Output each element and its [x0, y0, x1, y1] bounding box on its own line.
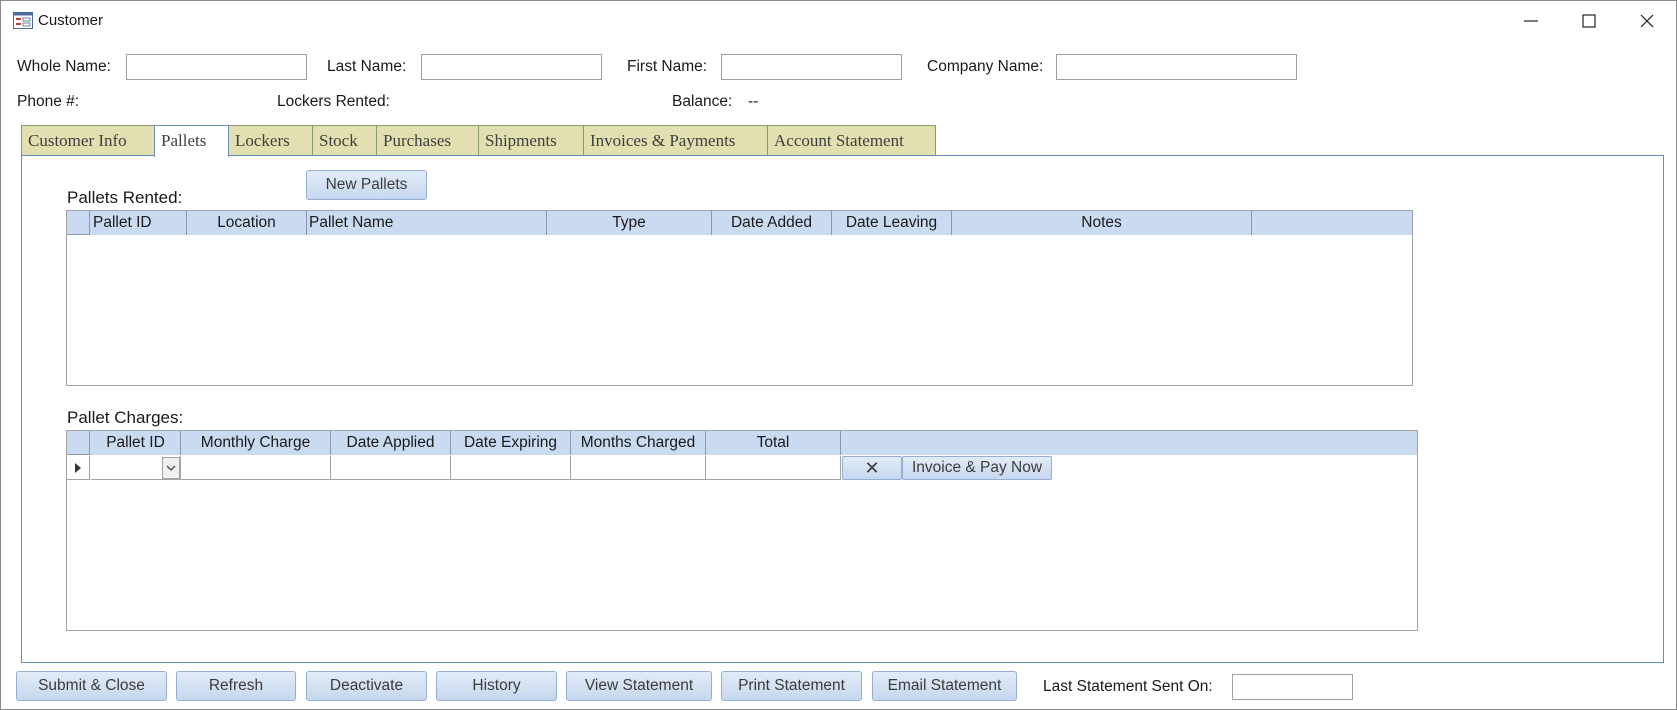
deactivate-button[interactable]: Deactivate [306, 671, 427, 701]
close-button[interactable] [1618, 1, 1676, 41]
tab-invoices-payments[interactable]: Invoices & Payments [583, 125, 768, 156]
new-record-selector[interactable] [67, 456, 90, 480]
close-icon [1640, 14, 1654, 28]
date-expiring-cell[interactable] [451, 456, 571, 480]
tab-lockers[interactable]: Lockers [228, 125, 313, 156]
tab-account-statement[interactable]: Account Statement [767, 125, 936, 156]
last-statement-label: Last Statement Sent On: [1043, 678, 1213, 695]
company-name-label: Company Name: [927, 58, 1044, 75]
new-pallets-button[interactable]: New Pallets [306, 170, 427, 200]
minimize-button[interactable] [1502, 1, 1560, 41]
customer-window: Customer Whole Name: Last Name: First Na… [0, 0, 1677, 710]
dropdown-button[interactable] [162, 457, 180, 479]
view-statement-button[interactable]: View Statement [566, 671, 712, 701]
pallets-rented-label: Pallets Rented: [67, 188, 183, 207]
col-charge-pallet-id[interactable]: Pallet ID [91, 431, 181, 455]
col-total[interactable]: Total [706, 431, 841, 455]
monthly-charge-cell[interactable] [181, 456, 331, 480]
refresh-button[interactable]: Refresh [176, 671, 296, 701]
pallets-select-all[interactable] [67, 211, 90, 235]
col-date-applied[interactable]: Date Applied [331, 431, 451, 455]
balance-value: -- [748, 93, 759, 110]
tab-pallets[interactable]: Pallets [154, 125, 229, 157]
col-notes[interactable]: Notes [952, 211, 1252, 235]
col-date-leaving[interactable]: Date Leaving [832, 211, 952, 235]
col-date-added[interactable]: Date Added [712, 211, 832, 235]
col-date-expiring[interactable]: Date Expiring [451, 431, 571, 455]
col-type[interactable]: Type [547, 211, 712, 235]
total-cell[interactable] [706, 456, 841, 480]
pallet-id-combo[interactable] [91, 456, 181, 480]
last-statement-input[interactable] [1232, 674, 1353, 700]
phone-label: Phone #: [17, 93, 80, 110]
tab-purchases[interactable]: Purchases [376, 125, 479, 156]
tab-stock[interactable]: Stock [312, 125, 377, 156]
lockers-rented-label: Lockers Rented: [277, 93, 390, 110]
print-statement-button[interactable]: Print Statement [721, 671, 862, 701]
pallet-charges-datasheet: Pallet ID Monthly Charge Date Applied Da… [66, 430, 1418, 631]
tab-strip: Customer Info Pallets Lockers Stock Purc… [21, 125, 936, 157]
col-location[interactable]: Location [187, 211, 307, 235]
col-pallet-name[interactable]: Pallet Name [307, 211, 547, 235]
pallets-rented-datasheet: Pallet ID Location Pallet Name Type Date… [66, 210, 1413, 386]
last-name-input[interactable] [421, 54, 602, 80]
history-button[interactable]: History [436, 671, 557, 701]
chevron-down-icon [166, 465, 176, 471]
delete-charge-button[interactable]: ✕ [842, 456, 902, 480]
col-pallet-id[interactable]: Pallet ID [91, 211, 187, 235]
col-months-charged[interactable]: Months Charged [571, 431, 706, 455]
form-icon [13, 12, 33, 29]
window-title: Customer [38, 12, 104, 29]
company-name-input[interactable] [1056, 54, 1297, 80]
whole-name-label: Whole Name: [17, 58, 111, 75]
delete-icon: ✕ [864, 457, 880, 478]
invoice-pay-now-button[interactable]: Invoice & Pay Now [902, 456, 1052, 480]
email-statement-button[interactable]: Email Statement [872, 671, 1017, 701]
last-name-label: Last Name: [327, 58, 407, 75]
months-charged-cell[interactable] [571, 456, 706, 480]
tab-customer-info[interactable]: Customer Info [21, 125, 155, 156]
tab-shipments[interactable]: Shipments [478, 125, 584, 156]
title-bar: Customer [1, 1, 1676, 41]
first-name-input[interactable] [721, 54, 902, 80]
col-monthly-charge[interactable]: Monthly Charge [181, 431, 331, 455]
minimize-icon [1524, 20, 1538, 22]
whole-name-input[interactable] [126, 54, 307, 80]
charges-select-all[interactable] [67, 431, 90, 455]
pallet-charges-label: Pallet Charges: [67, 408, 184, 427]
maximize-button[interactable] [1560, 1, 1618, 41]
date-applied-cell[interactable] [331, 456, 451, 480]
record-pointer-icon [75, 462, 81, 473]
submit-close-button[interactable]: Submit & Close [16, 671, 167, 701]
balance-label: Balance: [672, 93, 733, 110]
maximize-icon [1582, 14, 1596, 28]
first-name-label: First Name: [627, 58, 708, 75]
